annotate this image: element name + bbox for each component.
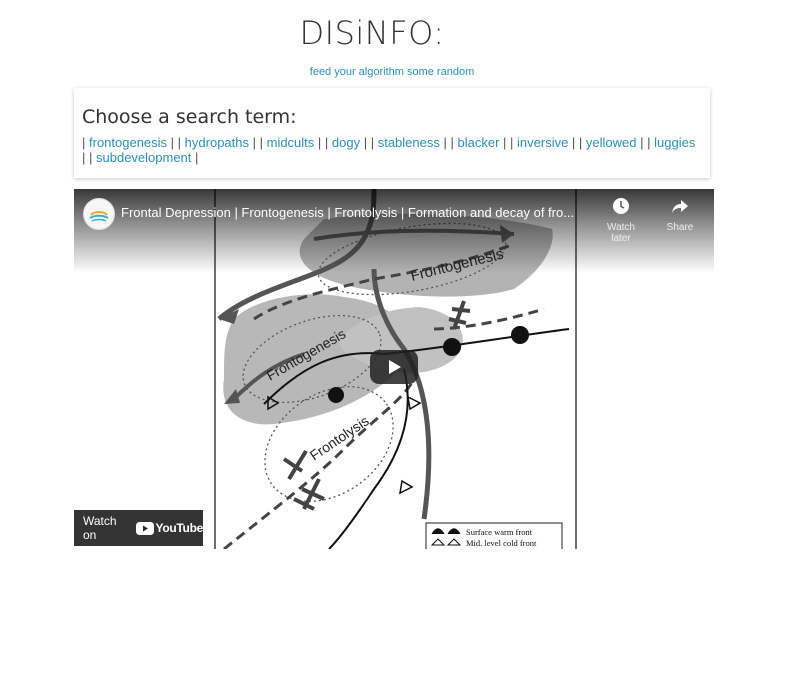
youtube-play-icon [135,521,154,535]
term-separator: | [360,135,371,150]
term-separator: | [82,135,89,150]
term-separator: | [439,135,451,150]
search-term-link[interactable]: hydropaths [185,135,249,150]
page-title: DISiNFO: [299,14,445,52]
term-separator: | [89,150,96,165]
legend-warm-front: Surface warm front [466,527,533,537]
term-separator: | [499,135,511,150]
search-term-link[interactable]: yellowed [586,135,637,150]
watch-on-youtube-button[interactable]: Watch on YouTube [74,510,203,546]
watch-later-label: Watch later [607,222,635,244]
search-term-card: Choose a search term: | frontogenesis | … [74,88,710,178]
search-term-list: | frontogenesis | | hydropaths | | midcu… [82,135,702,165]
term-separator: | [568,135,579,150]
search-term-link[interactable]: midcults [267,135,315,150]
term-separator: | [370,135,378,150]
video-embed[interactable]: Frontogenesis Frontogenesis Frontolysis … [74,189,714,549]
term-separator: | [324,135,332,150]
term-separator: | [191,150,199,165]
play-icon [389,360,401,374]
play-button[interactable] [370,350,418,384]
search-term-link[interactable]: inversive [517,135,568,150]
term-separator: | [578,135,586,150]
watch-on-label: Watch on [83,514,117,542]
channel-avatar[interactable] [83,198,115,230]
search-term-link[interactable]: blacker [457,135,499,150]
search-heading: Choose a search term: [82,106,297,128]
term-separator: | [259,135,267,150]
term-separator: | [314,135,325,150]
search-term-link[interactable]: stableness [378,135,440,150]
search-term-link[interactable]: dogy [332,135,360,150]
youtube-wordmark: YouTube [155,521,204,535]
legend-cold-front: Mid. level cold front [466,538,537,548]
share-button[interactable]: Share [660,197,700,233]
watch-later-button[interactable]: Watch later [601,197,641,244]
search-term-link[interactable]: frontogenesis [89,135,167,150]
term-separator: | [82,150,89,165]
search-term-link[interactable]: luggies [654,135,695,150]
term-separator: | [510,135,518,150]
page-subtitle: feed your algorithm some random [309,66,475,78]
video-title[interactable]: Frontal Depression | Frontogenesis | Fro… [121,205,591,220]
youtube-logo: YouTube [135,521,204,535]
share-icon [672,200,688,213]
term-separator: | [167,135,178,150]
term-separator: | [636,135,648,150]
term-separator: | [249,135,260,150]
clock-icon [613,198,629,214]
search-term-link[interactable]: subdevelopment [96,150,191,165]
share-label: Share [666,222,694,233]
term-separator: | [177,135,185,150]
